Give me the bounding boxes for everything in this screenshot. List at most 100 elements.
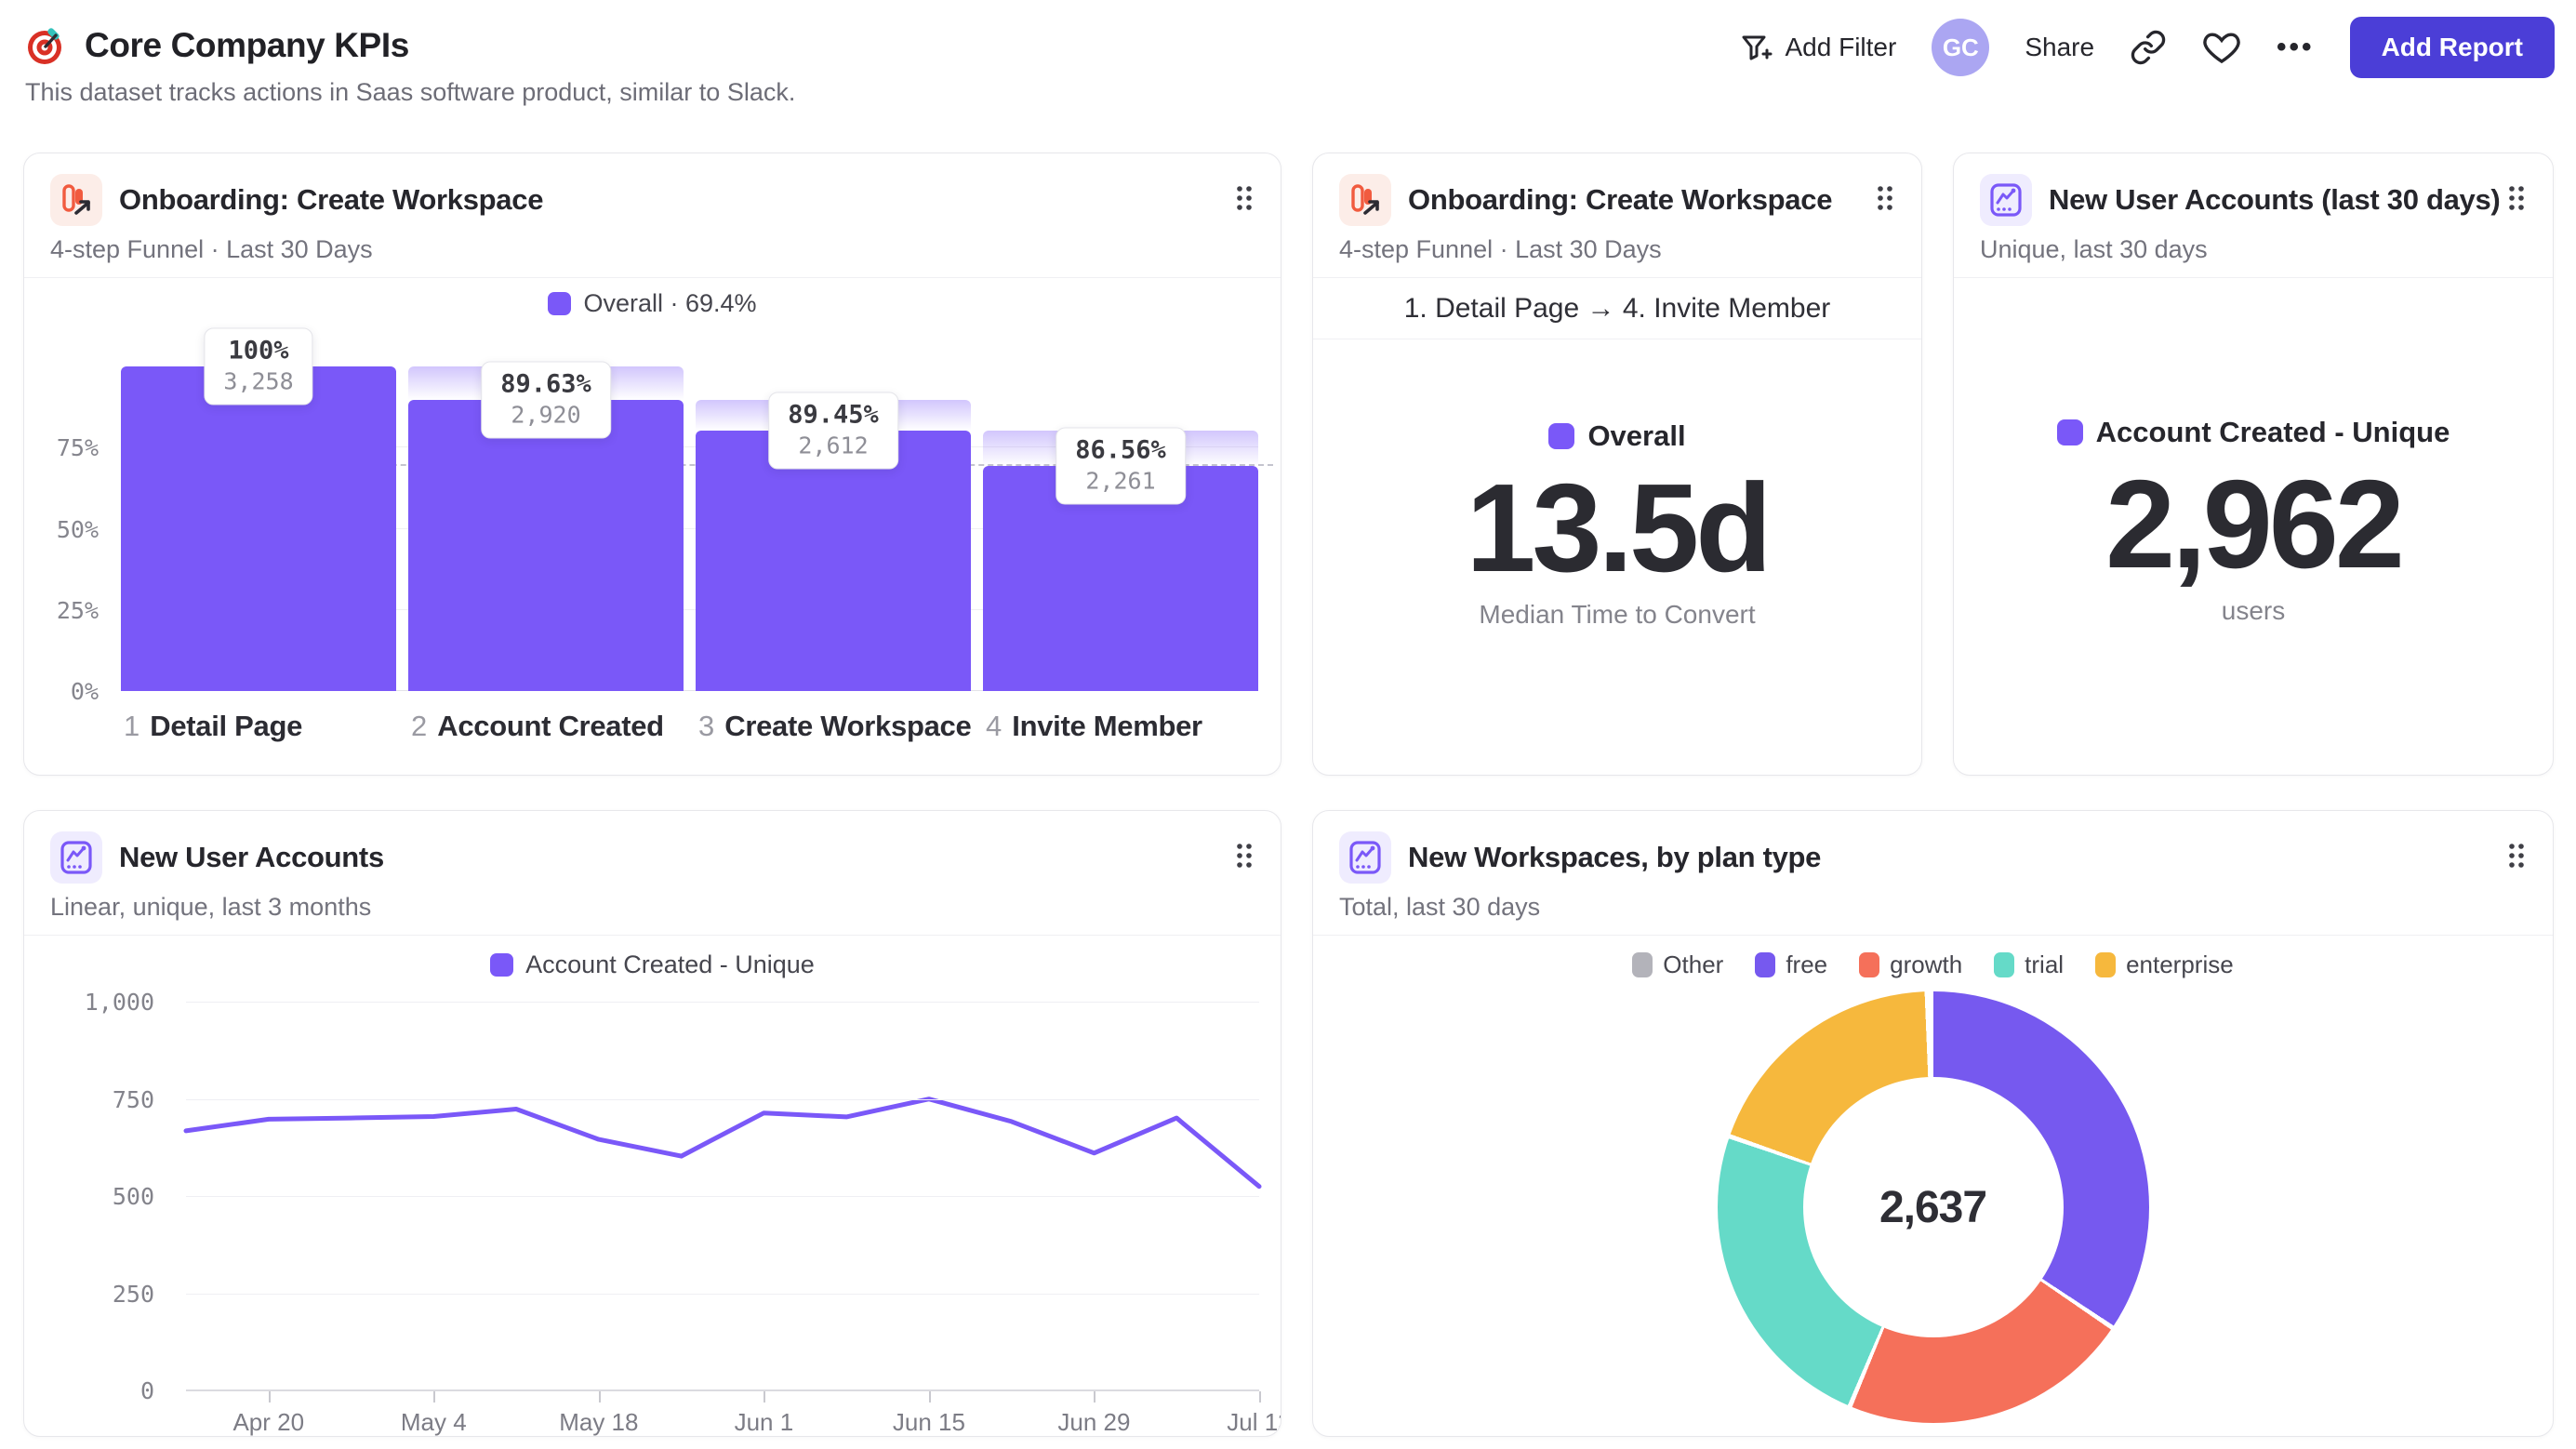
card-title: New User Accounts (last 30 days)	[2049, 183, 2501, 216]
line-xtick	[598, 1391, 601, 1402]
heart-icon	[2203, 33, 2240, 64]
card-funnel-header: Onboarding: Create Workspace 4-step Funn…	[24, 153, 1281, 278]
funnel-bar[interactable]	[121, 366, 396, 691]
funnel-step-column: 89.45% 2,612 3 Create Workspace	[696, 319, 972, 742]
donut-legend-label: enterprise	[2126, 950, 2234, 978]
funnel-legend[interactable]: Overall · 69.4%	[24, 287, 1281, 319]
card-funnel: Onboarding: Create Workspace 4-step Funn…	[23, 153, 1281, 776]
legend-swatch	[1994, 951, 2015, 977]
drag-handle-icon[interactable]	[2504, 841, 2529, 875]
funnel-bar-tooltip: 89.45% 2,612	[768, 392, 898, 470]
legend-swatch	[490, 952, 514, 977]
avatar[interactable]: GC	[1932, 19, 1990, 76]
drag-handle-icon[interactable]	[2504, 183, 2529, 218]
add-report-button[interactable]: Add Report	[2349, 17, 2555, 78]
donut-chart: 2,637	[1717, 991, 2149, 1423]
legend-swatch	[2056, 419, 2083, 445]
metric-legend[interactable]: Account Created - Unique	[2056, 416, 2450, 449]
donut-legend-item[interactable]: free	[1755, 950, 1827, 979]
funnel-bar[interactable]	[408, 400, 684, 691]
drag-handle-icon[interactable]	[1232, 841, 1256, 875]
donut-legend-item[interactable]: growth	[1859, 950, 1962, 979]
dashboard-page: Core Company KPIs This dataset tracks ac…	[0, 0, 2576, 1449]
line-ytick-label: 1,000	[84, 989, 154, 1016]
trend-line-svg	[183, 1097, 1262, 1190]
funnel-step-count: 2,920	[511, 401, 581, 429]
trend-line	[183, 1097, 1262, 1190]
card-title: Onboarding: Create Workspace	[119, 183, 544, 216]
metric-legend-label: Overall	[1587, 419, 1686, 452]
line-xtick	[1094, 1391, 1096, 1402]
line-xtick	[433, 1391, 436, 1402]
page-subtitle: This dataset tracks actions in Saas soft…	[25, 78, 796, 106]
filter-plus-icon	[1738, 30, 1773, 65]
legend-swatch	[1755, 951, 1776, 977]
card-subtitle: Unique, last 30 days	[1980, 235, 2208, 263]
line-legend[interactable]: Account Created - Unique	[24, 949, 1281, 980]
funnel-step-name: Detail Page	[150, 710, 303, 742]
favorite-button[interactable]	[2202, 29, 2241, 66]
more-menu-button[interactable]: •••	[2277, 32, 2315, 63]
funnel-ytick-label: 25%	[56, 596, 99, 624]
line-ytick-label: 250	[112, 1280, 154, 1308]
legend-swatch	[1859, 951, 1880, 977]
funnel-step-number: 2	[411, 710, 428, 742]
funnel-step-number: 3	[698, 710, 715, 742]
metric-legend[interactable]: Overall	[1548, 419, 1686, 453]
card-title: New User Accounts	[119, 841, 384, 873]
line-xtick-label: Jul 13	[1227, 1408, 1281, 1436]
donut-legend-item[interactable]: Other	[1632, 950, 1723, 979]
legend-swatch	[1548, 423, 1575, 449]
funnel-step-column: 100% 3,258 1 Detail Page	[121, 319, 396, 742]
funnel-columns: 100% 3,258 1 Detail Page 89.63% 2,920 2 Account…	[121, 319, 1258, 742]
card-header: New User Accounts Linear, unique, last 3…	[24, 811, 1281, 936]
line-ytick-label: 750	[112, 1085, 154, 1113]
donut-legend-label: free	[1786, 950, 1828, 978]
funnel-step-name: Invite Member	[1012, 710, 1202, 742]
line-xtick-label: Apr 20	[232, 1408, 305, 1436]
target-icon	[25, 24, 68, 67]
funnel-step-count: 2,612	[798, 432, 869, 459]
line-xtick	[764, 1391, 766, 1402]
line-chart: 1,000 750 500 250 0 Apr 20 May 4 May 18 Jun 1 Jun…	[85, 989, 1281, 1436]
copy-link-button[interactable]	[2130, 29, 2167, 66]
metric-caption: Median Time to Convert	[1479, 599, 1756, 629]
card-header: New Workspaces, by plan type Total, last…	[1313, 811, 2553, 936]
funnel-step-column: 89.63% 2,920 2 Account Created	[408, 319, 684, 742]
donut-legend-item[interactable]: trial	[1994, 950, 2064, 979]
donut-legend-item[interactable]: enterprise	[2095, 950, 2234, 979]
donut-legend-label: growth	[1890, 950, 1963, 978]
card-title: Onboarding: Create Workspace	[1408, 183, 1833, 216]
line-xtick-label: May 18	[559, 1408, 639, 1436]
insights-report-icon	[50, 831, 102, 884]
legend-swatch	[548, 291, 572, 315]
funnel-report-icon	[50, 174, 102, 226]
drag-handle-icon[interactable]	[1873, 183, 1897, 218]
add-filter-button[interactable]: Add Filter	[1738, 30, 1896, 65]
card-subtitle: Total, last 30 days	[1339, 893, 1541, 921]
funnel-step-label: 3 Create Workspace	[698, 710, 972, 743]
line-gridline	[186, 1196, 1259, 1197]
legend-swatch	[1632, 951, 1653, 977]
card-time-to-convert: Onboarding: Create Workspace 4-step Funn…	[1312, 153, 1922, 776]
metric-value: 13.5d	[1466, 458, 1772, 598]
insights-report-icon	[1980, 174, 2032, 226]
donut-legend-label: trial	[2025, 950, 2065, 978]
funnel-chart: 75% 50% 25% 0% 100% 3,258 1 Detail Page 89.63% 2…	[57, 319, 1273, 742]
metric-value: 2,962	[2105, 454, 2405, 594]
line-ytick-label: 0	[139, 1377, 154, 1404]
drag-handle-icon[interactable]	[1232, 183, 1256, 218]
funnel-bar-tooltip: 100% 3,258	[204, 327, 313, 405]
funnel-step-count: 3,258	[223, 367, 294, 395]
funnel-step-number: 4	[986, 710, 1003, 742]
share-button[interactable]: Share	[2025, 33, 2094, 62]
line-xtick-label: Jun 29	[1057, 1408, 1131, 1436]
donut-legend-label: Other	[1663, 950, 1724, 978]
card-new-users-trend: New User Accounts Linear, unique, last 3…	[23, 810, 1281, 1437]
funnel-bar[interactable]	[696, 431, 971, 691]
top-bar: Core Company KPIs This dataset tracks ac…	[23, 0, 2555, 153]
funnel-ytick-label: 75%	[56, 434, 99, 462]
link-icon	[2131, 30, 2166, 65]
funnel-step-pct: 86.56%	[1075, 435, 1166, 465]
funnel-step-pct: 89.63%	[500, 369, 591, 399]
